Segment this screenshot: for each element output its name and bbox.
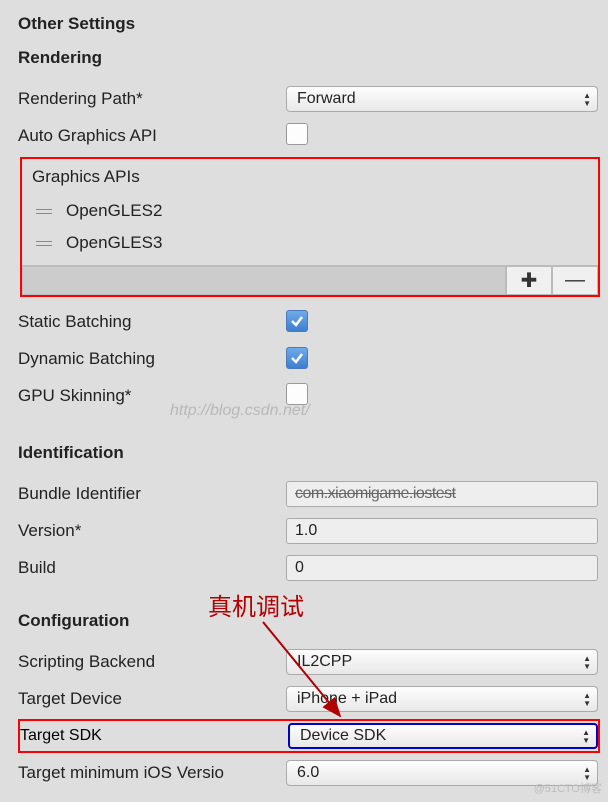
auto-graphics-label: Auto Graphics API xyxy=(14,126,286,146)
static-batching-label: Static Batching xyxy=(14,312,286,332)
rendering-path-dropdown[interactable]: Forward ▲▼ xyxy=(286,86,598,112)
list-footer: ✚ — xyxy=(22,265,598,295)
list-item[interactable]: OpenGLES2 xyxy=(22,195,598,227)
identification-header: Identification xyxy=(18,443,608,463)
target-min-ios-value: 6.0 xyxy=(297,764,319,782)
target-sdk-label: Target SDK xyxy=(20,727,288,745)
chevron-updown-icon: ▲▼ xyxy=(582,729,590,744)
drag-handle-icon[interactable] xyxy=(36,241,56,246)
add-button[interactable]: ✚ xyxy=(506,266,552,295)
remove-button[interactable]: — xyxy=(552,266,598,295)
target-device-label: Target Device xyxy=(14,689,286,709)
configuration-header: Configuration xyxy=(18,611,608,631)
scripting-backend-label: Scripting Backend xyxy=(14,652,286,672)
list-item[interactable]: OpenGLES3 xyxy=(22,227,598,259)
target-min-ios-label: Target minimum iOS Versio xyxy=(14,763,286,783)
chevron-updown-icon: ▲▼ xyxy=(583,655,591,670)
drag-handle-icon[interactable] xyxy=(36,209,56,214)
version-label: Version* xyxy=(14,521,286,541)
rendering-path-value: Forward xyxy=(297,90,356,108)
auto-graphics-checkbox[interactable] xyxy=(286,123,308,145)
watermark-text: http://blog.csdn.net/ xyxy=(170,402,310,420)
target-sdk-dropdown[interactable]: Device SDK ▲▼ xyxy=(288,723,598,749)
dynamic-batching-checkbox[interactable] xyxy=(286,347,308,369)
api-name: OpenGLES3 xyxy=(56,233,162,253)
scripting-backend-dropdown[interactable]: IL2CPP ▲▼ xyxy=(286,649,598,675)
chevron-updown-icon: ▲▼ xyxy=(583,692,591,707)
chevron-updown-icon: ▲▼ xyxy=(583,92,591,107)
graphics-apis-box: Graphics APIs OpenGLES2 OpenGLES3 ✚ — xyxy=(20,157,600,297)
dynamic-batching-label: Dynamic Batching xyxy=(14,349,286,369)
api-name: OpenGLES2 xyxy=(56,201,162,221)
build-label: Build xyxy=(14,558,286,578)
target-device-value: iPhone + iPad xyxy=(297,690,397,708)
corner-watermark: @51CTO博客 xyxy=(534,780,602,796)
chevron-updown-icon: ▲▼ xyxy=(583,766,591,781)
version-input[interactable] xyxy=(286,518,598,544)
target-sdk-value: Device SDK xyxy=(300,727,386,745)
bundle-id-label: Bundle Identifier xyxy=(14,484,286,504)
static-batching-checkbox[interactable] xyxy=(286,310,308,332)
build-input[interactable] xyxy=(286,555,598,581)
rendering-path-label: Rendering Path* xyxy=(14,89,286,109)
bundle-id-input[interactable] xyxy=(286,481,598,507)
other-settings-header: Other Settings xyxy=(18,14,608,34)
target-device-dropdown[interactable]: iPhone + iPad ▲▼ xyxy=(286,686,598,712)
annotation-text: 真机调试 xyxy=(208,587,304,622)
target-sdk-highlight: Target SDK Device SDK ▲▼ xyxy=(18,719,600,753)
rendering-header: Rendering xyxy=(18,48,608,68)
graphics-apis-title: Graphics APIs xyxy=(22,165,598,195)
scripting-backend-value: IL2CPP xyxy=(297,653,352,671)
